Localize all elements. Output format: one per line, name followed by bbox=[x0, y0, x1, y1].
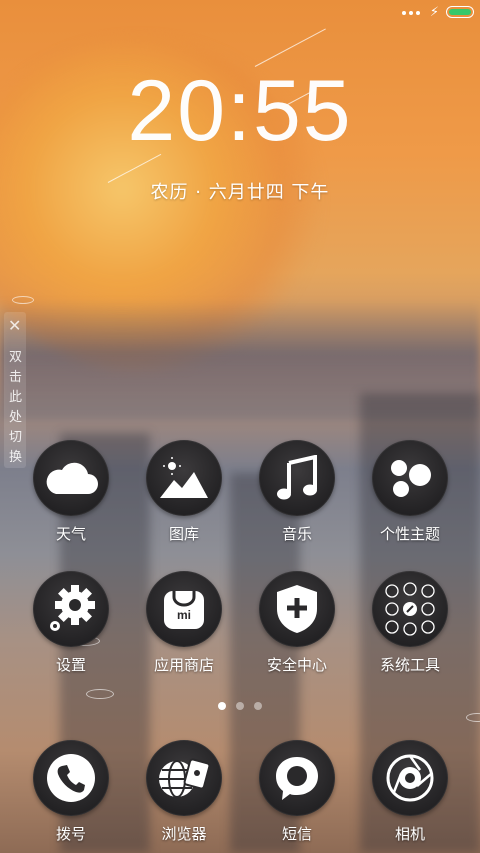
system-tools-icon bbox=[372, 571, 448, 647]
app-store-icon: mi bbox=[146, 571, 222, 647]
lunar-date: 农历 · 六月廿四 下午 bbox=[150, 182, 330, 203]
app-label: 浏览器 bbox=[161, 825, 207, 843]
lock-clock: 20:55 bbox=[127, 63, 353, 159]
status-bar: ⚡ bbox=[0, 0, 480, 28]
music-note-icon bbox=[259, 440, 335, 516]
app-label: 短信 bbox=[281, 825, 312, 843]
app-settings[interactable]: 设置 bbox=[21, 571, 121, 675]
app-label: 天气 bbox=[55, 525, 86, 543]
shield-plus-icon bbox=[259, 571, 335, 647]
browser-globe-icon bbox=[146, 740, 222, 816]
charging-bolt-icon: ⚡ bbox=[429, 5, 439, 20]
app-camera[interactable]: 相机 bbox=[360, 740, 460, 844]
rain-ripple bbox=[12, 296, 34, 304]
phone-icon bbox=[33, 740, 109, 816]
camera-lens-icon bbox=[372, 740, 448, 816]
app-gallery[interactable]: 图库 bbox=[134, 440, 234, 544]
app-label: 相机 bbox=[394, 825, 425, 843]
app-label: 个性主题 bbox=[379, 525, 440, 543]
rain-ripple bbox=[86, 689, 114, 699]
app-browser[interactable]: 浏览器 bbox=[134, 740, 234, 844]
weather-cloud-icon bbox=[33, 440, 109, 516]
gear-icon bbox=[33, 571, 109, 647]
app-system-tools[interactable]: 系统工具 bbox=[360, 571, 460, 675]
app-label: 音乐 bbox=[281, 525, 312, 543]
app-weather[interactable]: 天气 bbox=[21, 440, 121, 544]
app-label: 应用商店 bbox=[153, 656, 214, 674]
app-security[interactable]: 安全中心 bbox=[247, 571, 347, 675]
battery-icon bbox=[446, 6, 474, 18]
message-bubble-icon bbox=[259, 740, 335, 816]
page-dot[interactable] bbox=[236, 702, 244, 710]
themes-icon bbox=[372, 440, 448, 516]
app-label: 设置 bbox=[55, 656, 86, 674]
svg-text:mi: mi bbox=[177, 608, 191, 622]
page-dot-active[interactable] bbox=[218, 702, 226, 710]
app-music[interactable]: 音乐 bbox=[247, 440, 347, 544]
app-themes[interactable]: 个性主题 bbox=[360, 440, 460, 544]
page-indicator bbox=[0, 702, 480, 710]
app-label: 拨号 bbox=[55, 825, 86, 843]
app-store[interactable]: mi 应用商店 bbox=[134, 571, 234, 675]
app-label: 图库 bbox=[168, 525, 199, 543]
signal-dots-icon bbox=[402, 11, 420, 15]
app-phone[interactable]: 拨号 bbox=[21, 740, 121, 844]
app-label: 安全中心 bbox=[266, 656, 327, 674]
page-dot[interactable] bbox=[254, 702, 262, 710]
gallery-icon bbox=[146, 440, 222, 516]
app-messages[interactable]: 短信 bbox=[247, 740, 347, 844]
app-label: 系统工具 bbox=[379, 656, 440, 674]
close-icon[interactable]: ✕ bbox=[8, 316, 21, 335]
